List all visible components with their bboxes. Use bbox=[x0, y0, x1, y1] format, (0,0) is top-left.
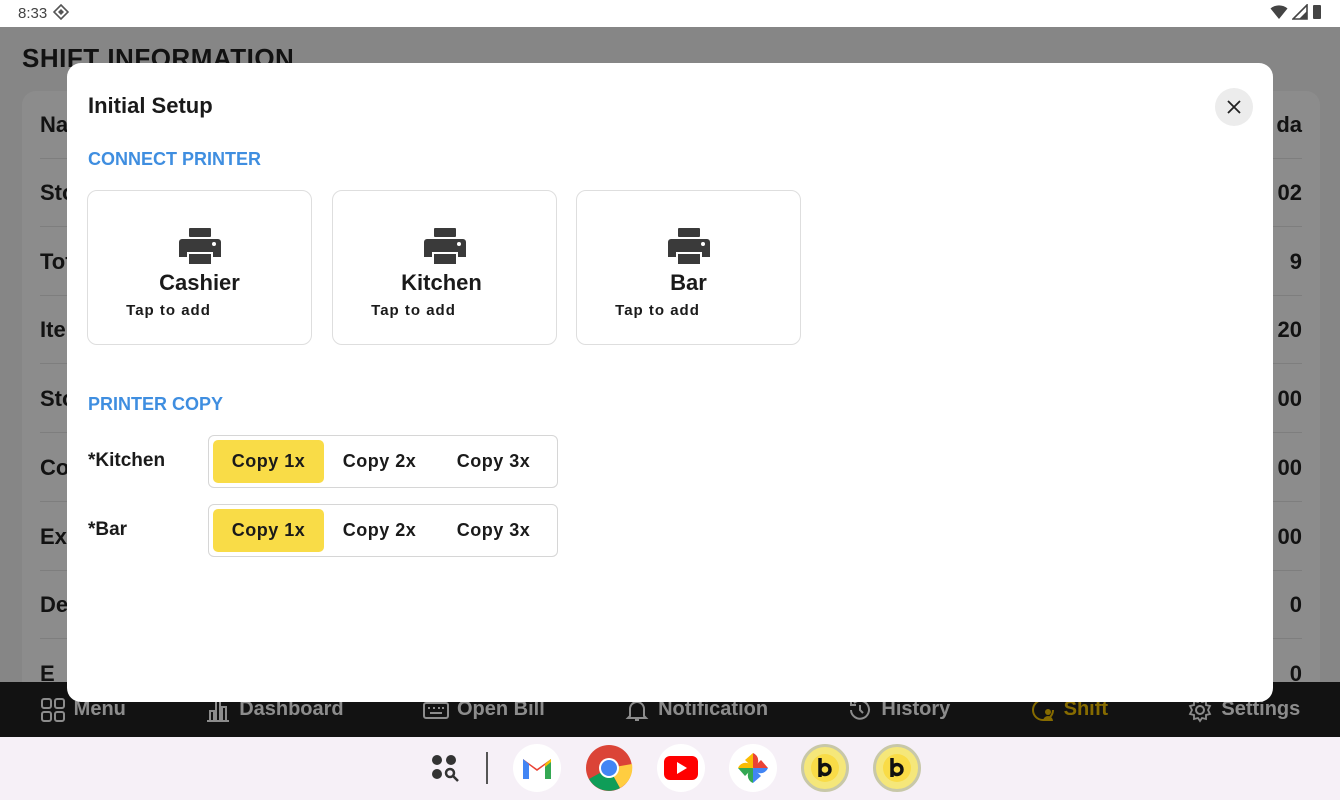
copy-option-3x[interactable]: Copy 3x bbox=[435, 440, 552, 483]
printer-copy-heading: PRINTER COPY bbox=[88, 394, 224, 414]
printer-name: Bar bbox=[670, 270, 707, 295]
kitchen-copy-selector: Copy 1x Copy 2x Copy 3x bbox=[208, 435, 558, 488]
printer-card-kitchen[interactable]: Kitchen Tap to add bbox=[332, 190, 557, 345]
battery-icon bbox=[1312, 4, 1322, 24]
initial-setup-dialog: Initial Setup CONNECT PRINTER Cashier Ta… bbox=[67, 63, 1273, 702]
copy-label-bar: *Bar bbox=[88, 519, 128, 540]
printer-hint: Tap to add bbox=[615, 302, 700, 319]
connect-printer-heading: CONNECT PRINTER bbox=[88, 149, 262, 169]
close-button[interactable] bbox=[1215, 88, 1253, 126]
printer-card-bar[interactable]: Bar Tap to add bbox=[576, 190, 801, 345]
copy-option-2x[interactable]: Copy 2x bbox=[324, 440, 435, 483]
copy-label-kitchen: *Kitchen bbox=[88, 450, 166, 471]
signal-icon bbox=[1291, 2, 1308, 24]
app-drawer-icon[interactable] bbox=[421, 744, 469, 792]
notification-diamond-icon bbox=[53, 3, 70, 24]
printer-hint: Tap to add bbox=[126, 302, 211, 319]
printer-hint: Tap to add bbox=[371, 302, 456, 319]
copy-option-1x[interactable]: Copy 1x bbox=[213, 440, 324, 483]
status-bar: 8:33 bbox=[0, 0, 1340, 27]
dialog-title: Initial Setup bbox=[88, 93, 213, 118]
b-app-icon[interactable] bbox=[873, 744, 921, 792]
chrome-icon[interactable] bbox=[585, 744, 633, 792]
close-icon bbox=[1227, 100, 1241, 114]
printer-card-cashier[interactable]: Cashier Tap to add bbox=[87, 190, 312, 345]
printer-name: Kitchen bbox=[401, 270, 482, 295]
dock-divider bbox=[486, 752, 488, 784]
copy-option-3x[interactable]: Copy 3x bbox=[435, 509, 552, 552]
photos-icon[interactable] bbox=[729, 744, 777, 792]
youtube-icon[interactable] bbox=[657, 744, 705, 792]
wifi-icon bbox=[1270, 4, 1288, 24]
printer-icon bbox=[179, 228, 221, 264]
launcher-dock bbox=[0, 737, 1340, 800]
gmail-icon[interactable] bbox=[513, 744, 561, 792]
clock: 8:33 bbox=[18, 5, 48, 22]
printer-icon bbox=[668, 228, 710, 264]
b-app-icon[interactable] bbox=[801, 744, 849, 792]
bar-copy-selector: Copy 1x Copy 2x Copy 3x bbox=[208, 504, 558, 557]
copy-option-2x[interactable]: Copy 2x bbox=[324, 509, 435, 552]
copy-option-1x[interactable]: Copy 1x bbox=[213, 509, 324, 552]
printer-icon bbox=[424, 228, 466, 264]
printer-name: Cashier bbox=[159, 270, 240, 295]
